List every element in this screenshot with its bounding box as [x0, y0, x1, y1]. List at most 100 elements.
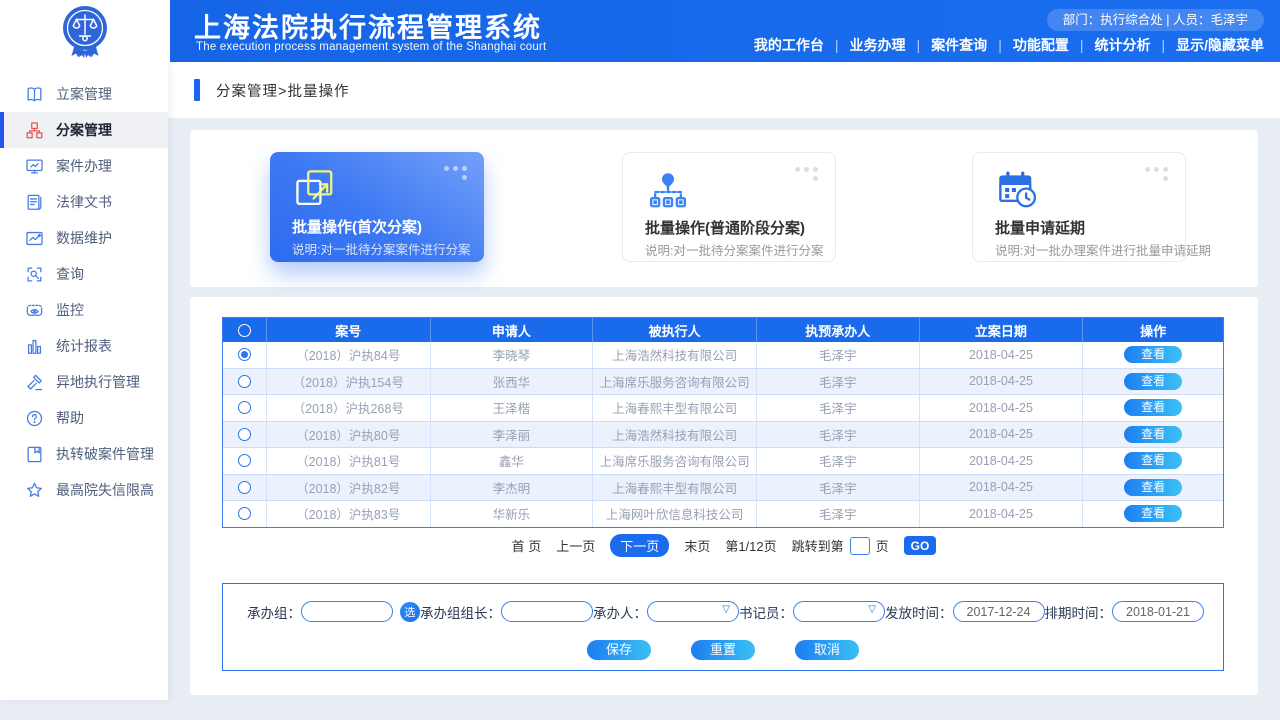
jump-page-input[interactable]	[850, 537, 870, 555]
expand-squares-icon	[292, 166, 338, 212]
table-row[interactable]: （2018）沪执80号 李泽丽 上海浩然科技有限公司 毛泽宇 2018-04-2…	[223, 421, 1223, 448]
card-batch-extension-request[interactable]: 批量申请延期 说明:对一批办理案件进行批量申请延期	[972, 152, 1186, 262]
table-row[interactable]: （2018）沪执82号 李杰明 上海春熙丰型有限公司 毛泽宇 2018-04-2…	[223, 474, 1223, 501]
cell-filing-date: 2018-04-25	[920, 422, 1084, 448]
leader-field: 承办组组长：	[420, 601, 593, 622]
cell-applicant: 鑫华	[431, 448, 594, 474]
view-button[interactable]: 查看	[1124, 505, 1182, 522]
last-page-button[interactable]: 末页	[684, 536, 710, 555]
cell-respondent: 上海席乐服务咨询有限公司	[593, 369, 757, 395]
row-radio[interactable]	[238, 428, 251, 441]
cell-case-number: （2018）沪执154号	[267, 369, 431, 395]
cell-respondent: 上海浩然科技有限公司	[593, 342, 757, 368]
cell-applicant: 李晓琴	[431, 342, 594, 368]
handler-label: 承办人：	[593, 602, 647, 622]
view-button[interactable]: 查看	[1124, 399, 1182, 416]
view-button[interactable]: 查看	[1124, 373, 1182, 390]
sidebar-item-dishonesty-list[interactable]: 最高院失信限高	[0, 472, 168, 508]
cell-filing-date: 2018-04-25	[920, 342, 1084, 368]
nav-item-4[interactable]: 统计分析	[1094, 35, 1150, 55]
row-radio[interactable]	[238, 507, 251, 520]
clerk-select[interactable]	[793, 601, 885, 622]
sidebar-item-bankruptcy-cases[interactable]: 执转破案件管理	[0, 436, 168, 472]
cell-case-number: （2018）沪执82号	[267, 475, 431, 501]
cell-filing-date: 2018-04-25	[920, 501, 1084, 527]
cell-filing-date: 2018-04-25	[920, 448, 1084, 474]
schedule-date-input[interactable]	[1112, 601, 1204, 622]
select-group-button[interactable]: 选	[400, 602, 420, 622]
group-input[interactable]	[301, 601, 393, 622]
prev-page-button[interactable]: 上一页	[556, 536, 595, 555]
reset-button[interactable]: 重置	[691, 640, 755, 660]
save-button[interactable]: 保存	[587, 640, 651, 660]
issue-date-label: 发放时间：	[885, 602, 953, 622]
jump-suffix-label: 页	[876, 536, 889, 555]
leader-input[interactable]	[501, 601, 593, 622]
sidebar-item-case-assignment[interactable]: 分案管理	[0, 112, 168, 148]
sidebar-item-case-filing[interactable]: 立案管理	[0, 76, 168, 112]
nav-item-5[interactable]: 显示/隐藏菜单	[1176, 35, 1264, 55]
sidebar-item-query[interactable]: 查询	[0, 256, 168, 292]
nav-separator: |	[1080, 37, 1084, 53]
view-button[interactable]: 查看	[1124, 346, 1182, 363]
table-row[interactable]: （2018）沪执83号 华新乐 上海网叶欣信息科技公司 毛泽宇 2018-04-…	[223, 500, 1223, 527]
table-row[interactable]: （2018）沪执154号 张西华 上海席乐服务咨询有限公司 毛泽宇 2018-0…	[223, 368, 1223, 395]
clerk-input[interactable]	[793, 601, 885, 622]
table-header: 案号 申请人 被执行人 执预承办人 立案日期 操作	[223, 318, 1223, 342]
nav-item-2[interactable]: 案件查询	[931, 35, 987, 55]
cell-handler: 毛泽宇	[757, 448, 920, 474]
view-button[interactable]: 查看	[1124, 479, 1182, 496]
card-batch-stage-assignment[interactable]: 批量操作(普通阶段分案) 说明:对一批待分案案件进行分案	[622, 152, 836, 262]
cell-respondent: 上海春熙丰型有限公司	[593, 395, 757, 421]
user-department-badge: 部门：执行综合处 | 人员：毛泽宇	[1047, 9, 1264, 31]
nav-item-3[interactable]: 功能配置	[1013, 35, 1069, 55]
cell-respondent: 上海席乐服务咨询有限公司	[593, 448, 757, 474]
row-radio[interactable]	[238, 454, 251, 467]
cell-handler: 毛泽宇	[757, 501, 920, 527]
cell-respondent: 上海春熙丰型有限公司	[593, 475, 757, 501]
handler-field: 承办人：	[593, 601, 739, 622]
case-table: 案号 申请人 被执行人 执预承办人 立案日期 操作 （2018）沪执84号 李晓…	[222, 317, 1224, 528]
cell-handler: 毛泽宇	[757, 342, 920, 368]
table-row[interactable]: （2018）沪执268号 王泽楷 上海春熙丰型有限公司 毛泽宇 2018-04-…	[223, 394, 1223, 421]
handler-input[interactable]	[647, 601, 739, 622]
header-radio[interactable]	[238, 324, 251, 337]
sidebar-item-case-handling[interactable]: 案件办理	[0, 148, 168, 184]
cell-case-number: （2018）沪执81号	[267, 448, 431, 474]
sidebar-item-data-maintenance[interactable]: 数据维护	[0, 220, 168, 256]
first-page-button[interactable]: 首 页	[512, 536, 542, 555]
data-chart-icon	[24, 228, 44, 248]
schedule-date-field: 排期时间：	[1045, 601, 1205, 622]
row-radio[interactable]	[238, 401, 251, 414]
app-header: 上海法院执行流程管理系统 The execution process manag…	[170, 0, 1280, 62]
jump-prefix-label: 跳转到第	[792, 536, 844, 555]
sidebar-item-help[interactable]: 帮助	[0, 400, 168, 436]
cell-applicant: 李杰明	[431, 475, 594, 501]
view-button[interactable]: 查看	[1124, 426, 1182, 443]
table-row[interactable]: （2018）沪执81号 鑫华 上海席乐服务咨询有限公司 毛泽宇 2018-04-…	[223, 447, 1223, 474]
nav-item-0[interactable]: 我的工作台	[754, 35, 824, 55]
next-page-button[interactable]: 下一页	[610, 534, 669, 557]
handler-select[interactable]	[647, 601, 739, 622]
sidebar-item-monitoring[interactable]: 监控	[0, 292, 168, 328]
nav-separator: |	[1161, 37, 1165, 53]
row-radio[interactable]	[238, 348, 251, 361]
row-radio[interactable]	[238, 375, 251, 388]
monitor-icon	[24, 156, 44, 176]
sidebar-item-legal-documents[interactable]: 法律文书	[0, 184, 168, 220]
go-button[interactable]: GO	[904, 536, 937, 555]
group-label: 承办组：	[247, 602, 301, 622]
card-batch-first-assignment[interactable]: 批量操作(首次分案) 说明:对一批待分案案件进行分案	[270, 152, 484, 262]
view-button[interactable]: 查看	[1124, 452, 1182, 469]
cell-applicant: 华新乐	[431, 501, 594, 527]
table-row[interactable]: （2018）沪执84号 李晓琴 上海浩然科技有限公司 毛泽宇 2018-04-2…	[223, 342, 1223, 368]
sidebar-item-remote-execution[interactable]: 异地执行管理	[0, 364, 168, 400]
sidebar-item-statistics-report[interactable]: 统计报表	[0, 328, 168, 364]
cancel-button[interactable]: 取消	[795, 640, 859, 660]
bar-chart-icon	[24, 336, 44, 356]
gavel-icon	[24, 372, 44, 392]
row-radio[interactable]	[238, 481, 251, 494]
clerk-field: 书记员：	[739, 601, 885, 622]
issue-date-input[interactable]	[953, 601, 1045, 622]
nav-item-1[interactable]: 业务办理	[850, 35, 906, 55]
